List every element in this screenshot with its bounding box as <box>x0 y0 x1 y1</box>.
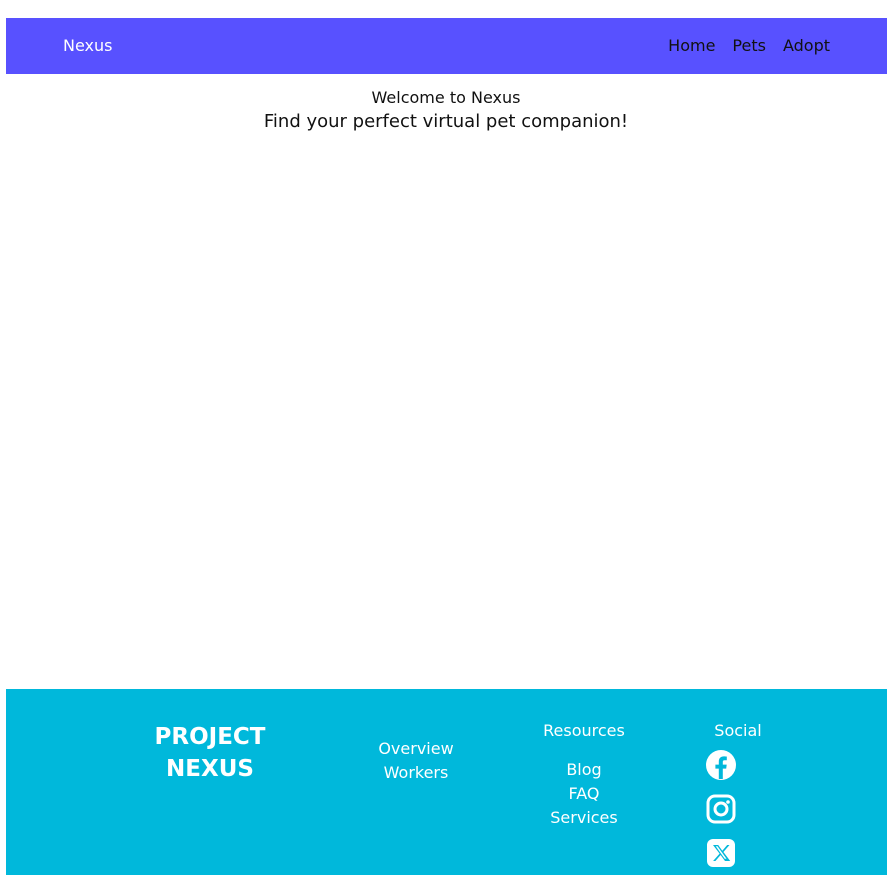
nav-pets-link[interactable]: Pets <box>732 36 766 56</box>
footer-resources-col: Resources Blog FAQ Services <box>524 719 644 830</box>
footer-blog-link[interactable]: Blog <box>524 758 644 782</box>
site-footer: PROJECT NEXUS Overview Workers Resources… <box>6 689 887 875</box>
hero-title: Welcome to Nexus <box>371 88 521 107</box>
footer-links-col: Overview Workers <box>356 737 476 785</box>
resources-heading: Resources <box>543 721 625 740</box>
footer-brand-line1: PROJECT <box>154 724 266 750</box>
nav-adopt-link[interactable]: Adopt <box>783 36 830 56</box>
footer-overview-link[interactable]: Overview <box>356 737 476 761</box>
top-nav-bar: Nexus Home Pets Adopt <box>6 18 887 74</box>
footer-brand: PROJECT NEXUS <box>140 721 280 785</box>
hero-section: Welcome to Nexus Find your perfect virtu… <box>0 88 892 134</box>
footer-social-col: Social <box>688 719 788 881</box>
footer-services-link[interactable]: Services <box>524 806 644 830</box>
footer-workers-link[interactable]: Workers <box>356 761 476 785</box>
social-heading: Social <box>714 721 762 740</box>
footer-brand-line2: NEXUS <box>166 756 254 782</box>
brand-logo-link[interactable]: Nexus <box>63 36 112 56</box>
footer-faq-link[interactable]: FAQ <box>524 782 644 806</box>
hero-subtitle: Find your perfect virtual pet companion! <box>263 111 629 132</box>
main-nav: Home Pets Adopt <box>668 36 830 56</box>
x-icon[interactable] <box>705 837 737 871</box>
instagram-icon[interactable] <box>705 793 737 827</box>
facebook-icon[interactable] <box>705 749 737 783</box>
nav-home-link[interactable]: Home <box>668 36 715 56</box>
